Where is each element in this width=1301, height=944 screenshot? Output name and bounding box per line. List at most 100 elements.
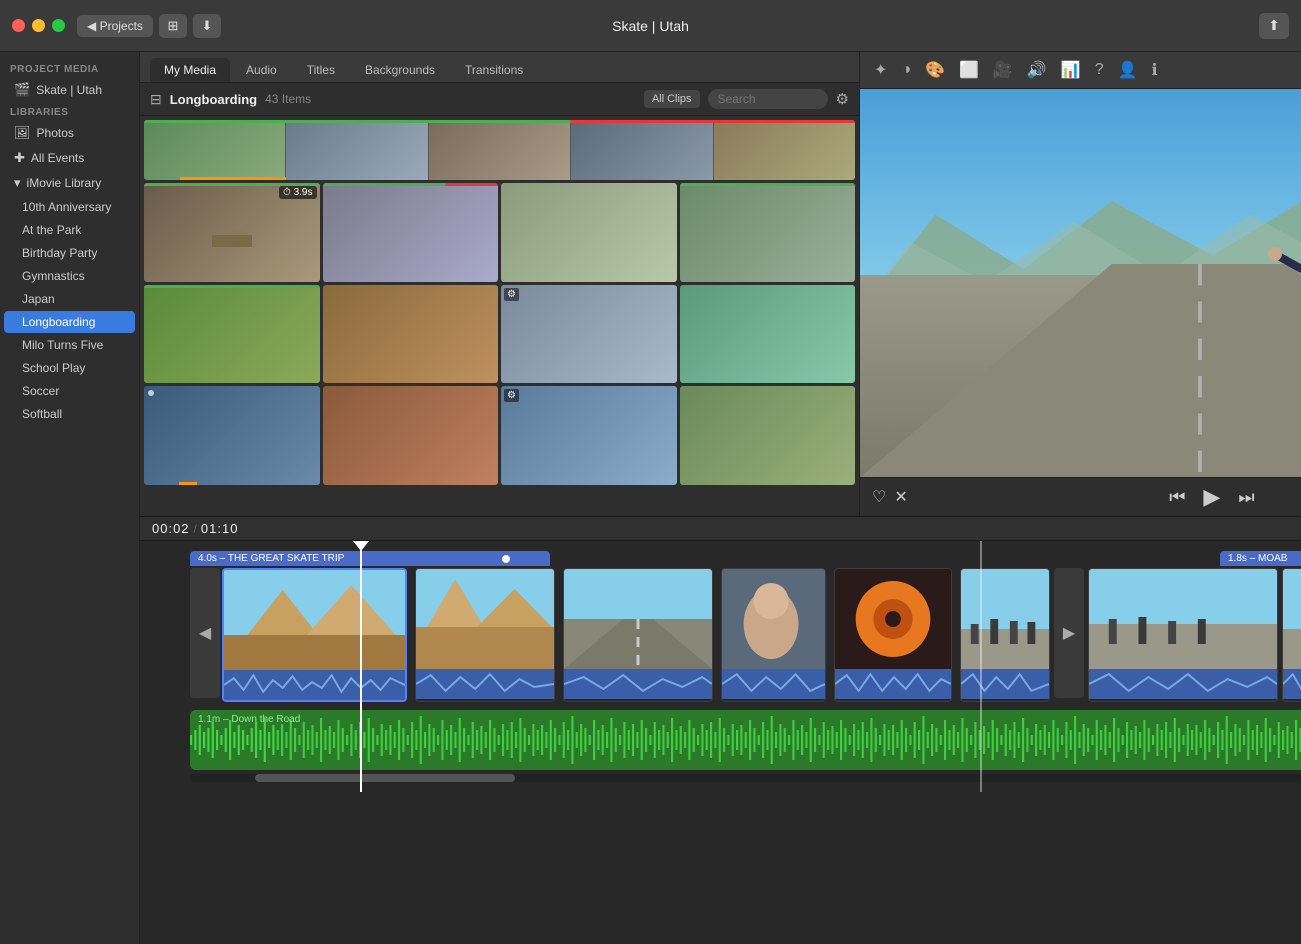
volume-tool[interactable]: 🔊 [1025, 58, 1049, 82]
video-track-container: 4.0s – THE GREAT SKATE TRIP 1.8s – MOAB [190, 551, 1301, 702]
clip-filter-dropdown[interactable]: All Clips [644, 90, 700, 108]
maximize-button[interactable] [52, 19, 65, 32]
media-thumb-5[interactable] [144, 285, 320, 384]
imovie-library-label: iMovie Library [27, 176, 102, 190]
skip-back-button[interactable]: ⏮ [1169, 487, 1185, 508]
gymnastics-label: Gymnastics [22, 269, 85, 283]
media-thumb-12[interactable] [680, 386, 856, 485]
search-input[interactable] [708, 89, 828, 109]
traffic-lights [12, 19, 65, 32]
birthday-party-label: Birthday Party [22, 246, 97, 260]
soccer-label: Soccer [22, 384, 59, 398]
timeline-section: 00:02 / 01:10 ⛰ Settings [140, 517, 1301, 944]
photos-label: Photos [37, 126, 74, 140]
magic-wand-tool[interactable]: ✦ [872, 58, 889, 82]
media-thumb-2[interactable] [323, 183, 499, 282]
media-thumb-row1[interactable] [144, 120, 855, 180]
sidebar-item-at-the-park[interactable]: At the Park [4, 219, 135, 241]
preview-panel: ✦ ◑ 🎨 ⬜ 🎥 🔊 📊 ? 👤 ℹ Reset All [860, 52, 1301, 516]
media-thumb-1[interactable]: ⏱ 3.9s [144, 183, 320, 282]
download-button[interactable]: ⬇ [193, 14, 221, 38]
tab-transitions[interactable]: Transitions [451, 58, 537, 82]
chart-tool[interactable]: 📊 [1059, 58, 1083, 82]
item-count: 43 Items [265, 92, 311, 106]
clip-duration-badge: ⏱ 3.9s [279, 186, 316, 199]
timeline-scrollbar[interactable] [190, 774, 1301, 782]
video-clip-2[interactable] [415, 568, 555, 702]
reject-button[interactable]: ✕ [894, 487, 907, 507]
media-thumb-7[interactable]: ⚙ [501, 285, 677, 384]
japan-label: Japan [22, 292, 55, 306]
media-browser: My Media Audio Titles Backgrounds Transi… [140, 52, 860, 516]
media-browser-header: ⊟ Longboarding 43 Items All Clips ⚙ [140, 83, 859, 116]
sidebar-item-longboarding[interactable]: Longboarding [4, 311, 135, 333]
video-clip-1[interactable] [222, 568, 407, 702]
photos-icon: 🖼 [14, 125, 31, 141]
title-clip-1[interactable]: 4.0s – THE GREAT SKATE TRIP [190, 551, 550, 566]
info-tool[interactable]: ℹ [1150, 58, 1160, 82]
sidebar-item-milo-turns-five[interactable]: Milo Turns Five [4, 334, 135, 356]
media-thumb-11[interactable]: ⚙ [501, 386, 677, 485]
camera-tool[interactable]: 🎥 [991, 58, 1015, 82]
audio-track: 1.1m – Down the Road [190, 710, 1301, 770]
close-button[interactable] [12, 19, 25, 32]
timeline-content[interactable]: 4.0s – THE GREAT SKATE TRIP 1.8s – MOAB [140, 541, 1301, 944]
sidebar-item-imovie-library[interactable]: ▾ iMovie Library [4, 171, 135, 195]
sidebar-item-soccer[interactable]: Soccer [4, 380, 135, 402]
sidebar-item-school-play[interactable]: School Play [4, 357, 135, 379]
track-right-arrow[interactable]: ▶ [1054, 568, 1084, 698]
video-clip-3[interactable] [563, 568, 713, 702]
road-scene [860, 89, 1301, 477]
crop-tool[interactable]: ⬜ [957, 58, 981, 82]
title-bar-right: ⬆ [1259, 13, 1289, 39]
project-media-label: PROJECT MEDIA [0, 60, 139, 77]
tab-my-media[interactable]: My Media [150, 58, 230, 82]
sidebar-item-softball[interactable]: Softball [4, 403, 135, 425]
sidebar-item-japan[interactable]: Japan [4, 288, 135, 310]
media-thumb-6[interactable] [323, 285, 499, 384]
track-left-arrow[interactable]: ◀ [190, 568, 220, 698]
sidebar-item-birthday-party[interactable]: Birthday Party [4, 242, 135, 264]
help-tool[interactable]: ? [1093, 59, 1106, 81]
video-clip-4[interactable] [721, 568, 826, 702]
media-thumb-10[interactable] [323, 386, 499, 485]
tab-backgrounds[interactable]: Backgrounds [351, 58, 449, 82]
longboarding-label: Longboarding [22, 315, 95, 329]
media-thumb-8[interactable] [680, 285, 856, 384]
main-layout: PROJECT MEDIA 🎬 Skate | Utah LIBRARIES 🖼… [0, 52, 1301, 944]
video-clip-5[interactable] [834, 568, 952, 702]
sidebar-item-photos[interactable]: 🖼 Photos [4, 121, 135, 145]
sidebar-item-project[interactable]: 🎬 Skate | Utah [4, 78, 135, 102]
tab-audio[interactable]: Audio [232, 58, 291, 82]
milo-turns-five-label: Milo Turns Five [22, 338, 103, 352]
sidebar-item-gymnastics[interactable]: Gymnastics [4, 265, 135, 287]
preview-ctrl-left: ♡ ✕ [860, 487, 920, 507]
favorite-button[interactable]: ♡ [872, 487, 886, 507]
video-clip-6[interactable] [960, 568, 1050, 702]
film-icon: 🎬 [14, 82, 30, 98]
school-play-label: School Play [22, 361, 85, 375]
export-button[interactable]: ⬆ [1259, 13, 1289, 39]
tab-titles[interactable]: Titles [293, 58, 349, 82]
video-clip-7[interactable] [1088, 568, 1278, 702]
minimize-button[interactable] [32, 19, 45, 32]
title-clip-2-label: 1.8s – MOAB [1228, 553, 1287, 564]
settings-gear-button[interactable]: ⚙ [836, 90, 849, 108]
play-pause-button[interactable]: ▶ [1203, 484, 1220, 510]
media-thumb-3[interactable] [501, 183, 677, 282]
sidebar-item-all-events[interactable]: ✚ All Events [4, 146, 135, 170]
video-clip-8[interactable] [1282, 568, 1301, 702]
person-tool[interactable]: 👤 [1116, 58, 1140, 82]
sidebar-item-10th-anniversary[interactable]: 10th Anniversary [4, 196, 135, 218]
title-clip-2[interactable]: 1.8s – MOAB [1220, 551, 1301, 566]
media-thumb-4[interactable] [680, 183, 856, 282]
grid-toggle-icon[interactable]: ⊟ [150, 91, 162, 108]
grid-view-button[interactable]: ⊞ [159, 14, 187, 38]
projects-button[interactable]: ◀ Projects [77, 15, 153, 37]
current-timecode: 00:02 [152, 521, 190, 536]
color-tool[interactable]: 🎨 [923, 58, 947, 82]
timeline-header: 00:02 / 01:10 ⛰ Settings [140, 517, 1301, 541]
media-thumb-9[interactable] [144, 386, 320, 485]
color-balance-tool[interactable]: ◑ [899, 59, 913, 81]
skip-forward-button[interactable]: ⏭ [1238, 487, 1254, 508]
